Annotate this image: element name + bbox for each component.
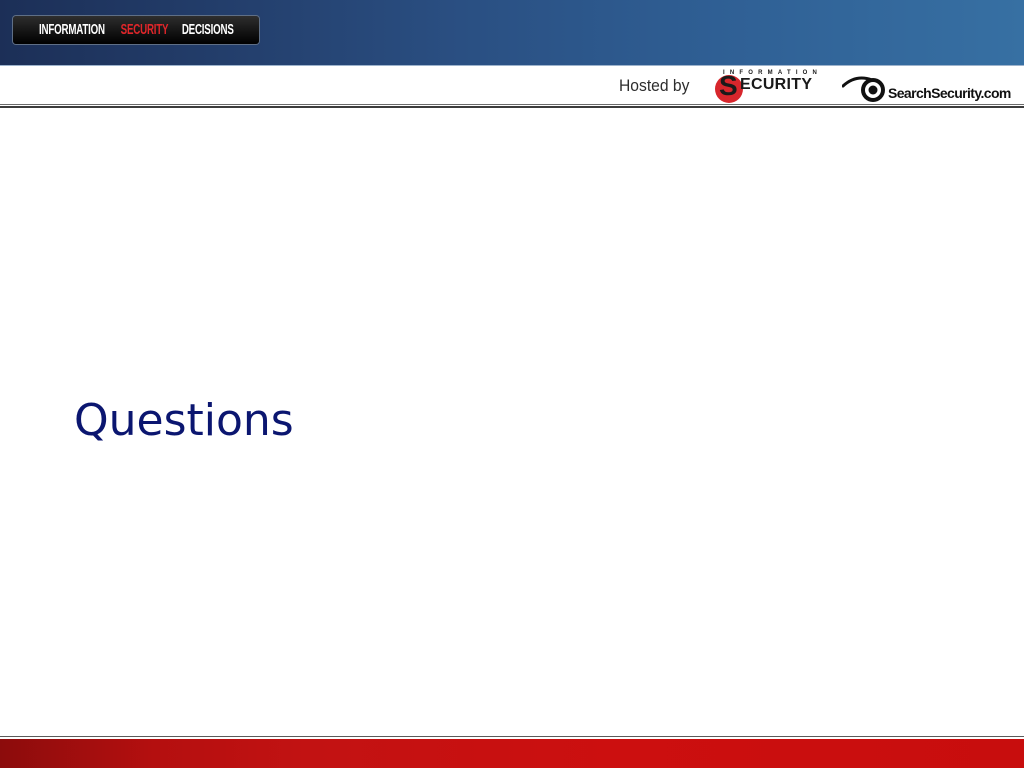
- information-security-logo: INFORMATION S ECURITY: [713, 70, 825, 104]
- eye-icon: [842, 76, 885, 102]
- logo-text-decisions: DECISIONS: [182, 22, 235, 38]
- footer-divider: [0, 736, 1024, 737]
- hosted-by-label: Hosted by: [619, 76, 690, 95]
- infosec-logo-word: ECURITY: [740, 76, 813, 93]
- logo-text-information: INFORMATION: [39, 22, 106, 38]
- logo-text-security: SECURITY: [120, 22, 169, 38]
- header-divider-thick: [0, 106, 1024, 108]
- header-divider: [0, 104, 1024, 105]
- presentation-slide: INFORMATION SECURITY DECISIONS Hosted by…: [0, 0, 1024, 768]
- infosec-logo-s-letter: S: [719, 70, 738, 101]
- top-banner: INFORMATION SECURITY DECISIONS: [0, 0, 1024, 66]
- slide-title: Questions: [74, 395, 294, 446]
- information-security-decisions-logo: INFORMATION SECURITY DECISIONS: [13, 16, 259, 44]
- searchsecurity-logo: SearchSecurity.com: [842, 72, 1016, 104]
- searchsecurity-logo-text: SearchSecurity.com: [888, 85, 1011, 101]
- footer-bar: [0, 739, 1024, 768]
